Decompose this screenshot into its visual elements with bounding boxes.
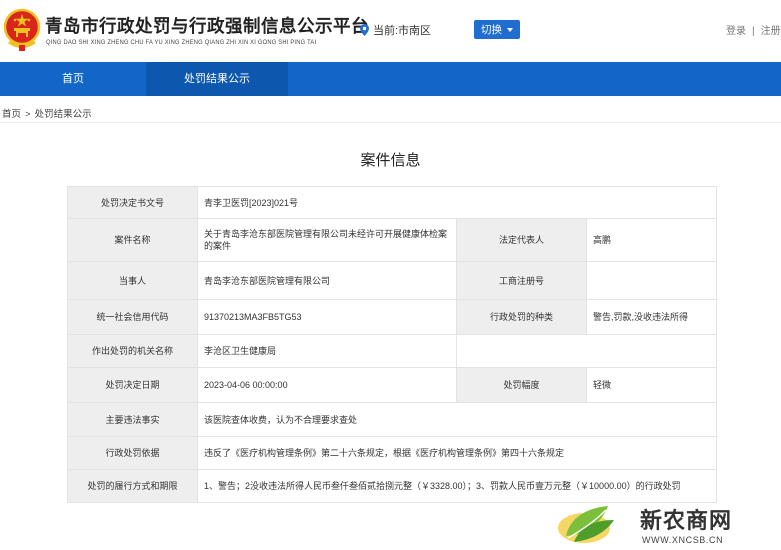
- header: 青岛市行政处罚与行政强制信息公示平台 QING DAO SHI XING ZHE…: [0, 0, 781, 62]
- reg-no-value: [585, 261, 718, 300]
- range-label: 处罚幅度: [456, 367, 587, 403]
- legal-rep-label: 法定代表人: [456, 218, 587, 262]
- table-row: 处罚决定书文号 青李卫医罚[2023]021号: [67, 186, 718, 219]
- breadcrumb: 首页 > 处罚结果公示: [2, 106, 92, 120]
- register-link[interactable]: 注册: [761, 26, 781, 37]
- main-nav: 首页 处罚结果公示: [0, 62, 781, 96]
- table-row: 主要违法事实 该医院查体收费，认为不合理要求查处: [67, 402, 718, 437]
- facts-value: 该医院查体收费，认为不合理要求查处: [196, 402, 718, 437]
- case-info-table: 处罚决定书文号 青李卫医罚[2023]021号 案件名称 关于青岛李沧东部医院管…: [67, 186, 718, 503]
- switch-region-button[interactable]: 切换: [474, 20, 520, 39]
- case-name-value: 关于青岛李沧东部医院管理有限公司未经许可开展健康体检案的案件: [197, 218, 457, 262]
- breadcrumb-home[interactable]: 首页: [2, 109, 21, 120]
- location-indicator: 当前:市南区: [360, 22, 431, 38]
- table-row: 当事人 青岛李沧东部医院管理有限公司 工商注册号: [67, 261, 718, 300]
- auth-links: 登录 | 注册: [726, 22, 781, 37]
- watermark-brand: 新农商网: [640, 508, 733, 534]
- credit-code-value: 91370213MA3FB5TG53: [197, 299, 457, 335]
- penalty-type-label: 行政处罚的种类: [456, 299, 587, 335]
- credit-code-label: 统一社会信用代码: [67, 299, 198, 335]
- nav-item-penalty-results[interactable]: 处罚结果公示: [146, 62, 288, 96]
- table-row: 作出处罚的机关名称 李沧区卫生健康局: [67, 334, 718, 368]
- login-link[interactable]: 登录: [726, 26, 746, 37]
- basis-value: 违反了《医疗机构管理条例》第二十六条规定，根据《医疗机构管理条例》第四十六条规定: [196, 436, 718, 470]
- location-text: 当前:市南区: [373, 25, 432, 37]
- case-name-label: 案件名称: [67, 218, 198, 262]
- doc-no-label: 处罚决定书文号: [67, 186, 198, 219]
- site-title: 青岛市行政处罚与行政强制信息公示平台: [45, 16, 369, 36]
- switch-label: 切换: [481, 24, 502, 36]
- party-label: 当事人: [67, 261, 198, 300]
- basis-label: 行政处罚依据: [67, 436, 198, 470]
- breadcrumb-separator: >: [25, 109, 31, 120]
- date-value: 2023-04-06 00:00:00: [197, 367, 457, 403]
- date-label: 处罚决定日期: [67, 367, 198, 403]
- breadcrumb-current[interactable]: 处罚结果公示: [35, 109, 92, 120]
- empty-cell: [455, 334, 718, 368]
- range-value: 轻微: [585, 367, 718, 403]
- doc-no-value: 青李卫医罚[2023]021号: [196, 186, 718, 219]
- site-subtitle: QING DAO SHI XING ZHENG CHU FA YU XING Z…: [46, 39, 317, 46]
- auth-separator: |: [752, 26, 755, 37]
- location-pin-icon: [360, 24, 369, 36]
- watermark-url: WWW.XNCSB.CN: [642, 535, 724, 545]
- nav-item-home[interactable]: 首页: [0, 62, 146, 96]
- table-row: 统一社会信用代码 91370213MA3FB5TG53 行政处罚的种类 警告,罚…: [67, 299, 718, 335]
- legal-rep-value: 高鹏: [585, 218, 718, 262]
- table-row: 处罚决定日期 2023-04-06 00:00:00 处罚幅度 轻微: [67, 367, 718, 403]
- page-title: 案件信息: [360, 152, 421, 169]
- table-row: 案件名称 关于青岛李沧东部医院管理有限公司未经许可开展健康体检案的案件 法定代表…: [67, 218, 718, 262]
- facts-label: 主要违法事实: [67, 402, 198, 437]
- table-row: 行政处罚依据 违反了《医疗机构管理条例》第二十六条规定，根据《医疗机构管理条例》…: [67, 436, 718, 470]
- penalty-type-value: 警告,罚款,没收违法所得: [585, 299, 718, 335]
- authority-value: 李沧区卫生健康局: [197, 334, 457, 368]
- party-value: 青岛李沧东部医院管理有限公司: [197, 261, 457, 300]
- divider: [0, 122, 781, 123]
- reg-no-label: 工商注册号: [456, 261, 587, 300]
- national-emblem-icon: [3, 8, 41, 51]
- execution-label: 处罚的履行方式和期限: [67, 469, 198, 503]
- authority-label: 作出处罚的机关名称: [67, 334, 198, 368]
- caret-down-icon: [507, 27, 513, 32]
